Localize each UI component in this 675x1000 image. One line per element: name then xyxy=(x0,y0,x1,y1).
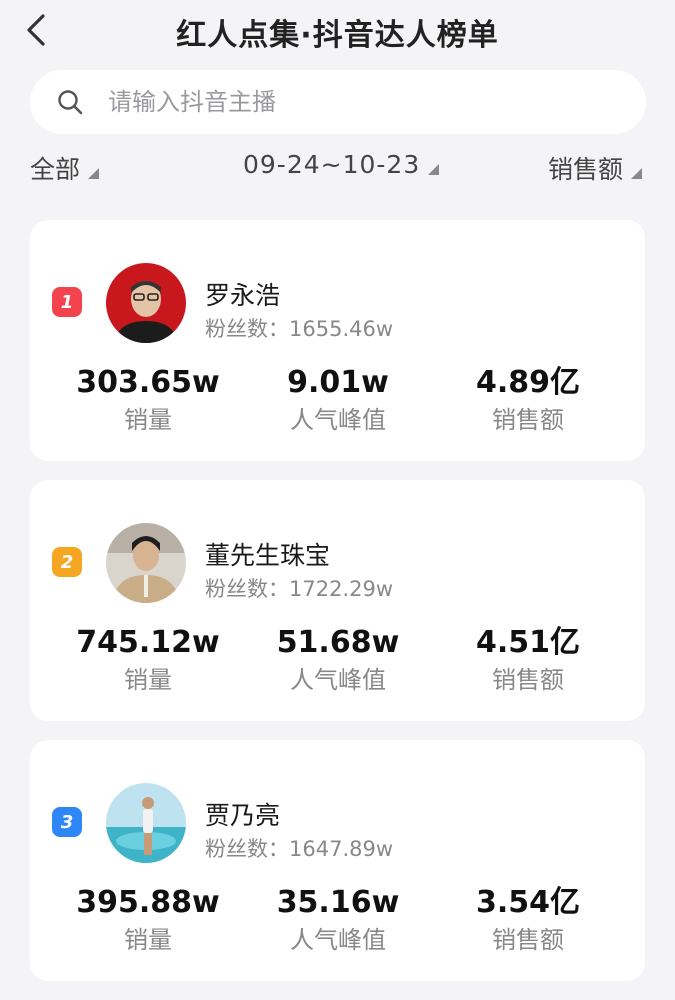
peak-popularity-value: 35.16w xyxy=(276,885,400,920)
sales-amount-value: 4.89亿 xyxy=(475,365,581,400)
ranking-card[interactable]: 1 罗永浩 粉丝数：1655.46w 303.65w 销量 9.01w 人气峰值… xyxy=(30,220,645,461)
header-bar: 红人点集·抖音达人榜单 xyxy=(0,0,675,64)
fans-count: 粉丝数：1655.46w xyxy=(205,313,393,343)
streamer-name: 贾乃亮 xyxy=(205,801,281,830)
page-title: 红人点集·抖音达人榜单 xyxy=(176,18,499,53)
sales-amount-value: 4.51亿 xyxy=(475,625,581,660)
sales-volume-value: 745.12w xyxy=(76,625,220,660)
sales-volume-label: 销量 xyxy=(124,406,172,434)
dropdown-triangle-icon xyxy=(631,167,643,179)
rank-badge: 1 xyxy=(52,287,82,317)
sales-amount-value: 3.54亿 xyxy=(475,885,581,920)
sales-volume-label: 销量 xyxy=(124,926,172,954)
avatar xyxy=(106,523,186,603)
avatar xyxy=(106,783,186,863)
sales-volume-stat: 395.88w 销量 xyxy=(48,885,248,955)
sales-volume-value: 395.88w xyxy=(76,885,220,920)
streamer-name: 董先生珠宝 xyxy=(205,541,331,570)
category-filter[interactable]: 全部 xyxy=(30,150,100,186)
fans-value: 1647.89w xyxy=(289,837,394,861)
fans-count: 粉丝数：1647.89w xyxy=(205,833,393,863)
sales-amount-label: 销售额 xyxy=(492,666,564,694)
peak-popularity-stat: 51.68w 人气峰值 xyxy=(238,625,438,695)
rank-badge: 3 xyxy=(52,807,82,837)
peak-popularity-stat: 9.01w 人气峰值 xyxy=(238,365,438,435)
sales-volume-label: 销量 xyxy=(124,666,172,694)
sales-volume-value: 303.65w xyxy=(76,365,220,400)
sales-amount-stat: 3.54亿 销售额 xyxy=(428,885,628,955)
peak-popularity-value: 51.68w xyxy=(276,625,400,660)
fans-value: 1655.46w xyxy=(289,317,394,341)
dropdown-triangle-icon xyxy=(428,164,440,175)
sort-filter-label: 销售额 xyxy=(548,155,624,184)
sales-volume-stat: 303.65w 销量 xyxy=(48,365,248,435)
rank-badge: 2 xyxy=(52,547,82,577)
fans-prefix: 粉丝数： xyxy=(205,837,289,861)
sales-volume-stat: 745.12w 销量 xyxy=(48,625,248,695)
sales-amount-stat: 4.89亿 销售额 xyxy=(428,365,628,435)
sort-filter[interactable]: 销售额 xyxy=(548,150,643,186)
filter-bar: 全部 09-24~10-23 销售额 xyxy=(0,150,675,196)
peak-popularity-label: 人气峰值 xyxy=(290,666,386,694)
fans-prefix: 粉丝数： xyxy=(205,577,289,601)
peak-popularity-stat: 35.16w 人气峰值 xyxy=(238,885,438,955)
sales-amount-label: 销售额 xyxy=(492,926,564,954)
fans-count: 粉丝数：1722.29w xyxy=(205,573,393,603)
sales-amount-label: 销售额 xyxy=(492,406,564,434)
sales-amount-stat: 4.51亿 销售额 xyxy=(428,625,628,695)
date-range-label: 09-24~10-23 xyxy=(243,150,421,179)
fans-value: 1722.29w xyxy=(289,577,394,601)
avatar xyxy=(106,263,186,343)
fans-prefix: 粉丝数： xyxy=(205,317,289,341)
search-input[interactable] xyxy=(108,88,588,116)
ranking-card[interactable]: 3 贾乃亮 粉丝数：1647.89w 395.88w 销量 35.16w 人气峰… xyxy=(30,740,645,981)
peak-popularity-label: 人气峰值 xyxy=(290,406,386,434)
ranking-card[interactable]: 2 董先生珠宝 粉丝数：1722.29w 745.12w 销量 51.68w 人… xyxy=(30,480,645,721)
search-icon xyxy=(56,88,84,116)
date-range-filter[interactable]: 09-24~10-23 xyxy=(243,150,440,179)
dropdown-triangle-icon xyxy=(88,167,100,179)
peak-popularity-value: 9.01w xyxy=(287,365,389,400)
search-bar[interactable] xyxy=(30,70,646,134)
category-filter-label: 全部 xyxy=(30,155,81,184)
streamer-name: 罗永浩 xyxy=(205,281,281,310)
peak-popularity-label: 人气峰值 xyxy=(290,926,386,954)
